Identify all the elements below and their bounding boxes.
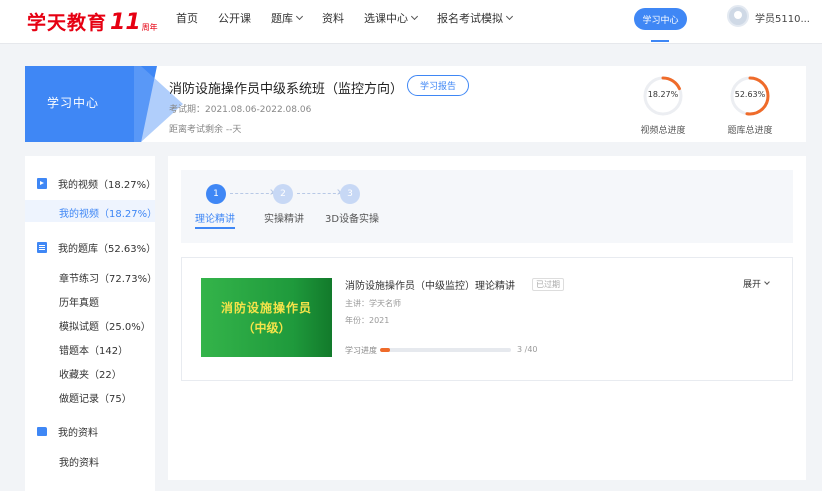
progress-count: 3 /40 bbox=[517, 345, 538, 354]
chevron-down-icon bbox=[764, 279, 770, 285]
brand-logo[interactable]: 学天教育 11 周年 bbox=[27, 6, 158, 36]
course-year: 年份：2021 bbox=[345, 316, 390, 325]
status-badge: 已过期 bbox=[532, 278, 564, 291]
expand-button[interactable]: 展开 bbox=[743, 277, 770, 290]
chevron-down-icon bbox=[505, 12, 514, 21]
sidebar-group-my-questions[interactable]: 我的题库（52.63%） bbox=[37, 240, 156, 255]
course-card-title[interactable]: 消防设施操作员（中级监控）理论精讲 bbox=[345, 277, 515, 292]
step-2-label[interactable]: 实操精讲 bbox=[264, 210, 304, 225]
sidebar-group-label: 我的视频（18.27%） bbox=[58, 180, 157, 191]
chevron-down-icon bbox=[410, 12, 419, 21]
cover-title: 消防设施操作员 bbox=[220, 301, 312, 315]
progress-label: 学习进度 bbox=[345, 346, 377, 355]
sidebar-item-favorites[interactable]: 收藏夹（22） bbox=[59, 366, 122, 381]
nav-menu: 首页 公开课 题库 资料 选课中心 报名考试模拟 bbox=[176, 0, 532, 36]
section-title: 学习中心 bbox=[47, 96, 100, 110]
step-3-label[interactable]: 3D设备实操 bbox=[325, 210, 379, 225]
video-progress-ring: 18.27% bbox=[642, 75, 684, 117]
nav-item-exam-signup[interactable]: 报名考试模拟 bbox=[437, 10, 514, 26]
avatar[interactable] bbox=[727, 5, 749, 27]
folder-icon bbox=[37, 427, 47, 436]
sidebar-group-my-materials[interactable]: 我的资料 bbox=[37, 424, 98, 439]
nav-item-label: 公开课 bbox=[218, 12, 251, 25]
sidebar: 我的视频（18.27%） 我的视频（18.27%） 我的题库（52.63%） 章… bbox=[25, 156, 158, 491]
brand-anniversary-suffix: 周年 bbox=[141, 23, 158, 32]
active-nav-indicator bbox=[651, 40, 669, 42]
nav-item-materials[interactable]: 资料 bbox=[322, 10, 344, 26]
step-3-indicator[interactable]: 3 bbox=[340, 184, 360, 204]
nav-item-label: 首页 bbox=[176, 12, 198, 25]
step-connector bbox=[297, 193, 341, 194]
sidebar-group-label: 我的资料 bbox=[58, 428, 98, 439]
active-step-underline bbox=[195, 227, 235, 229]
step-1-indicator[interactable]: 1 bbox=[206, 184, 226, 204]
study-report-button[interactable]: 学习报告 bbox=[407, 75, 469, 96]
nav-item-label: 题库 bbox=[271, 12, 293, 25]
expand-label: 展开 bbox=[743, 280, 762, 290]
sidebar-item-chapter-practice[interactable]: 章节练习（72.73%） bbox=[59, 270, 157, 285]
cover-level: （中级） bbox=[242, 321, 291, 335]
sidebar-group-my-videos[interactable]: 我的视频（18.27%） bbox=[37, 176, 156, 191]
step-connector bbox=[230, 193, 274, 194]
sidebar-item-mock-exams[interactable]: 模拟试题（25.0%） bbox=[59, 318, 151, 333]
nav-item-label: 选课中心 bbox=[364, 12, 408, 25]
progress-bar bbox=[380, 348, 511, 352]
question-progress-value: 52.63% bbox=[734, 90, 766, 99]
sidebar-item-past-exams[interactable]: 历年真题 bbox=[59, 294, 99, 309]
top-nav: 学天教育 11 周年 首页 公开课 题库 资料 选课中心 报名考试模拟 学习中心… bbox=[0, 0, 822, 44]
chevron-down-icon bbox=[295, 12, 304, 21]
nav-item-label: 报名考试模拟 bbox=[437, 12, 503, 25]
nav-item-public-courses[interactable]: 公开课 bbox=[218, 10, 251, 26]
course-cover-image[interactable]: 消防设施操作员 （中级） bbox=[201, 278, 332, 357]
course-teacher: 主讲：学天名师 bbox=[345, 299, 401, 308]
course-header: 学习中心 消防设施操作员中级系统班（监控方向） 学习报告 考试期：2021.08… bbox=[25, 66, 806, 142]
course-title: 消防设施操作员中级系统班（监控方向） bbox=[169, 82, 404, 97]
step-2-indicator[interactable]: 2 bbox=[273, 184, 293, 204]
video-progress-label: 视频总进度 bbox=[640, 126, 686, 136]
document-icon bbox=[37, 242, 47, 253]
sidebar-item-my-materials[interactable]: 我的资料 bbox=[59, 454, 99, 469]
step-1-label[interactable]: 理论精讲 bbox=[195, 210, 235, 225]
sidebar-group-label: 我的题库（52.63%） bbox=[58, 244, 157, 255]
main-panel: 1 2 3 理论精讲 实操精讲 3D设备实操 消防设施操作员 （中级） 消防设施… bbox=[168, 156, 806, 480]
progress-bar-fill bbox=[380, 348, 390, 352]
nav-item-question-bank[interactable]: 题库 bbox=[271, 10, 304, 26]
play-icon bbox=[37, 178, 47, 189]
sidebar-item-my-videos[interactable]: 我的视频（18.27%） bbox=[25, 200, 158, 222]
video-progress-value: 18.27% bbox=[647, 90, 679, 99]
question-progress-label: 题库总进度 bbox=[727, 126, 773, 136]
exam-period: 考试期：2021.08.06-2022.08.06 bbox=[169, 105, 312, 115]
days-remaining: 距离考试剩余 --天 bbox=[169, 125, 242, 135]
nav-item-home[interactable]: 首页 bbox=[176, 10, 198, 26]
brand-name: 学天教育 bbox=[27, 12, 108, 34]
sidebar-item-history[interactable]: 做题记录（75） bbox=[59, 390, 132, 405]
learning-steps: 1 2 3 理论精讲 实操精讲 3D设备实操 bbox=[181, 170, 793, 243]
study-center-button[interactable]: 学习中心 bbox=[634, 8, 687, 30]
question-progress-ring: 52.63% bbox=[729, 75, 771, 117]
course-card: 消防设施操作员 （中级） 消防设施操作员（中级监控）理论精讲 已过期 展开 主讲… bbox=[181, 257, 793, 381]
nav-item-course-center[interactable]: 选课中心 bbox=[364, 10, 419, 26]
sidebar-item-label: 我的视频（18.27%） bbox=[59, 209, 158, 220]
nav-item-label: 资料 bbox=[322, 12, 344, 25]
brand-anniversary-number: 11 bbox=[110, 10, 141, 35]
sidebar-item-wrong-answers[interactable]: 错题本（142） bbox=[59, 342, 128, 357]
username[interactable]: 学员5110... bbox=[755, 10, 810, 25]
